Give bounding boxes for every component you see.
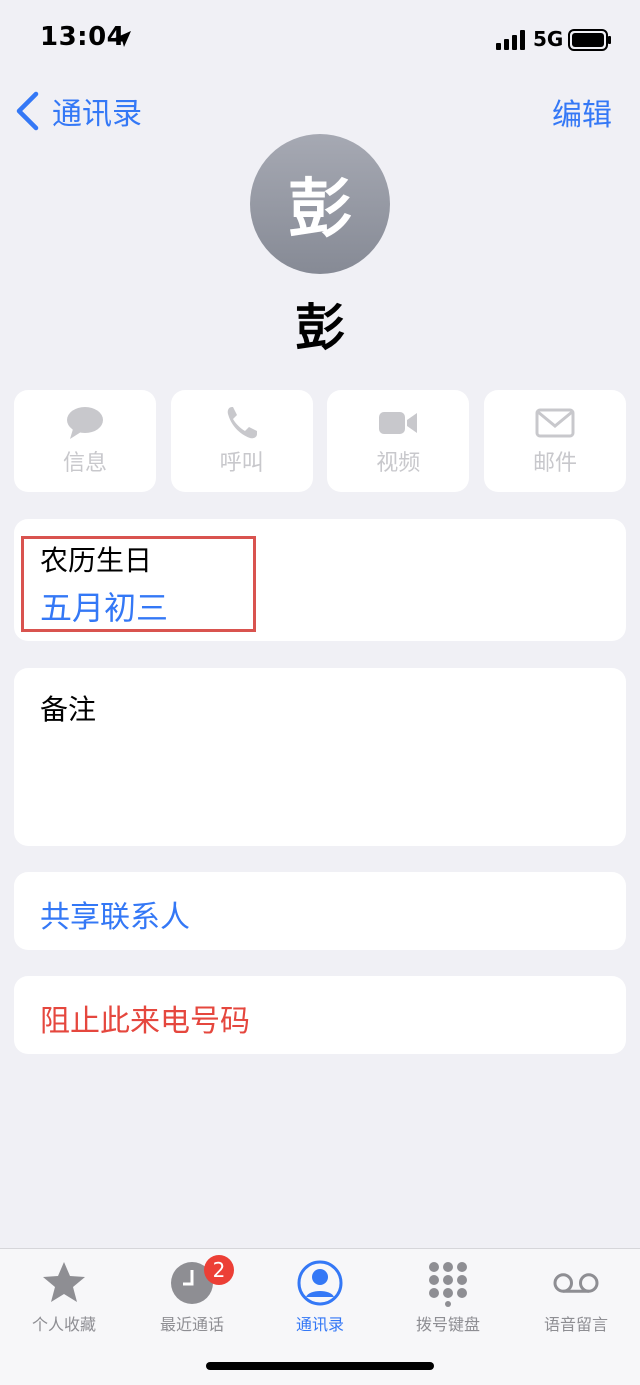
tab-favorites-label: 个人收藏 <box>31 1315 96 1334</box>
message-button-label: 信息 <box>62 451 107 476</box>
mail-button-label: 邮件 <box>532 451 577 476</box>
edit-button[interactable]: 编辑 <box>552 90 612 134</box>
status-bar: 13:04 5G <box>0 0 640 80</box>
chevron-left-icon <box>16 91 39 131</box>
voicemail-icon <box>553 1273 599 1293</box>
tab-contacts[interactable]: 通讯录 <box>256 1259 384 1335</box>
message-button[interactable]: 信息 <box>14 390 156 492</box>
video-button[interactable]: 视频 <box>327 390 470 492</box>
tab-voicemail[interactable]: 语音留言 <box>512 1259 640 1335</box>
network-type: 5G <box>533 27 564 51</box>
back-button[interactable]: 通讯录 <box>14 88 142 134</box>
share-contact-label: 共享联系人 <box>40 900 190 935</box>
mail-button[interactable]: 邮件 <box>483 390 626 492</box>
home-indicator[interactable] <box>206 1362 434 1370</box>
annotation-highlight-box <box>21 536 256 632</box>
location-arrow-icon <box>115 31 131 47</box>
tab-recents-label: 最近通话 <box>159 1315 224 1334</box>
video-icon <box>379 412 418 434</box>
share-contact-button[interactable]: 共享联系人 <box>14 872 626 950</box>
block-caller-button[interactable]: 阻止此来电号码 <box>14 976 626 1054</box>
block-caller-label: 阻止此来电号码 <box>40 1004 250 1039</box>
mail-icon <box>535 408 575 438</box>
person-circle-icon <box>297 1260 343 1306</box>
back-button-label: 通讯录 <box>52 97 142 132</box>
keypad-icon <box>429 1262 467 1307</box>
message-icon <box>67 407 103 439</box>
tab-contacts-label: 通讯录 <box>295 1315 344 1334</box>
call-button[interactable]: 呼叫 <box>170 390 313 492</box>
tab-favorites[interactable]: 个人收藏 <box>0 1259 128 1335</box>
cellular-signal-icon <box>496 30 525 50</box>
contact-name: 彭 <box>295 299 345 357</box>
status-time: 13:04 <box>40 22 126 52</box>
star-icon <box>43 1262 85 1302</box>
battery-icon <box>568 29 611 51</box>
tab-voicemail-label: 语音留言 <box>543 1315 608 1334</box>
phone-icon <box>227 407 257 439</box>
action-buttons: 信息 呼叫 视频 邮件 <box>14 390 626 492</box>
notes-card[interactable]: 备注 <box>14 668 626 846</box>
tab-recents[interactable]: 2 最近通话 <box>128 1255 256 1335</box>
recents-badge: 2 <box>204 1255 234 1285</box>
notes-label: 备注 <box>40 693 97 726</box>
tab-keypad[interactable]: 拨号键盘 <box>384 1259 512 1335</box>
tab-keypad-label: 拨号键盘 <box>415 1315 480 1334</box>
video-button-label: 视频 <box>376 451 421 476</box>
avatar: 彭 <box>250 134 390 274</box>
call-button-label: 呼叫 <box>219 451 264 476</box>
